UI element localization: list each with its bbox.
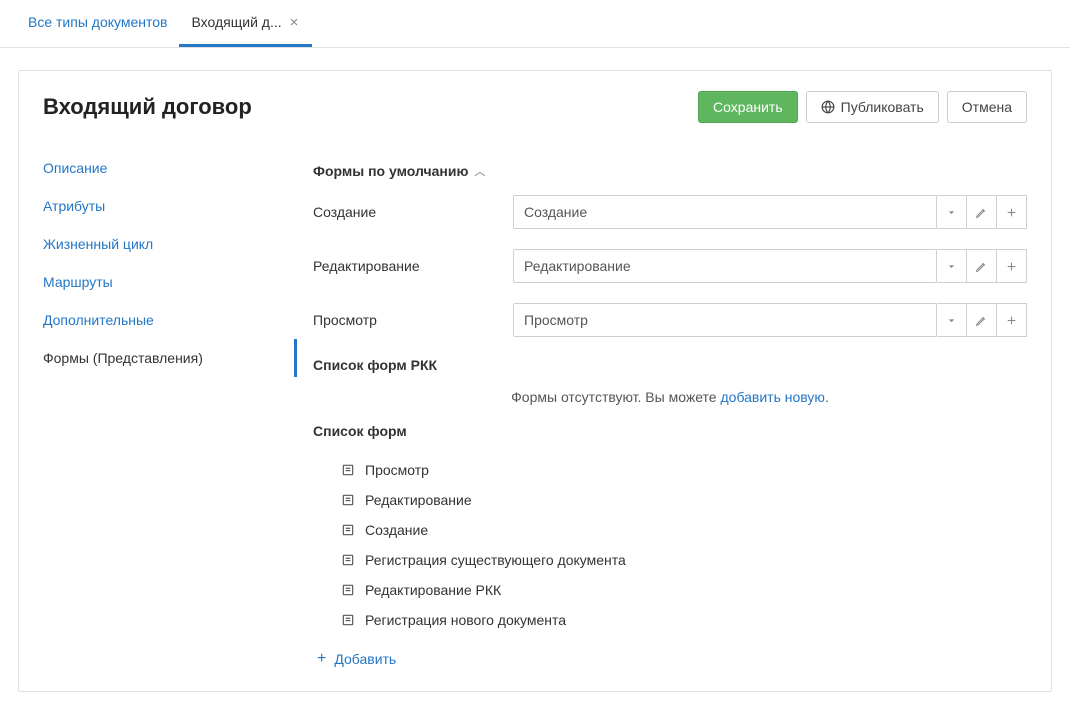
sidenav-item-attributes[interactable]: Атрибуты — [19, 187, 297, 225]
default-form-row-create: Создание Создание — [313, 195, 1027, 229]
save-button[interactable]: Сохранить — [698, 91, 798, 123]
section-rkk-forms-title: Список форм РКК — [313, 357, 1027, 373]
select-value: Создание — [524, 204, 587, 220]
pencil-icon — [975, 206, 988, 219]
select-edit-form[interactable]: Редактирование — [513, 249, 937, 283]
header-actions: Сохранить Публиковать Отмена — [698, 91, 1027, 123]
list-item-label: Просмотр — [365, 462, 429, 478]
edit-button[interactable] — [967, 195, 997, 229]
plus-icon — [1005, 206, 1018, 219]
form-icon — [341, 493, 355, 507]
list-item-label: Создание — [365, 522, 428, 538]
sidenav-item-routes[interactable]: Маршруты — [19, 263, 297, 301]
select-value: Редактирование — [524, 258, 631, 274]
select-view-form[interactable]: Просмотр — [513, 303, 937, 337]
form-icon — [341, 463, 355, 477]
form-icon — [341, 613, 355, 627]
dropdown-button[interactable] — [937, 303, 967, 337]
sidenav-item-label: Описание — [43, 160, 107, 176]
row-label: Просмотр — [313, 312, 513, 328]
list-item-label: Регистрация нового документа — [365, 612, 566, 628]
card-header: Входящий договор Сохранить Публиковать О… — [19, 71, 1051, 141]
publish-button[interactable]: Публиковать — [806, 91, 939, 123]
globe-icon — [821, 100, 835, 114]
publish-button-label: Публиковать — [841, 99, 924, 115]
cancel-button-label: Отмена — [962, 99, 1012, 115]
cancel-button[interactable]: Отмена — [947, 91, 1027, 123]
editor-card: Входящий договор Сохранить Публиковать О… — [18, 70, 1052, 692]
empty-text-suffix: . — [825, 389, 829, 405]
tabs-bar: Все типы документов Входящий д... × — [0, 0, 1070, 48]
empty-text-prefix: Формы отсутствуют. Вы можете — [511, 389, 720, 405]
sidenav-item-label: Формы (Представления) — [43, 350, 203, 366]
section-default-forms-title[interactable]: Формы по умолчанию ︿ — [313, 163, 1027, 179]
form-icon — [341, 553, 355, 567]
dropdown-button[interactable] — [937, 195, 967, 229]
add-form-label: Добавить — [334, 651, 396, 667]
default-form-row-edit: Редактирование Редактирование — [313, 249, 1027, 283]
rkk-empty-message: Формы отсутствуют. Вы можете добавить но… — [313, 389, 1027, 405]
tab-label: Входящий д... — [191, 14, 281, 30]
tab-all-doc-types[interactable]: Все типы документов — [16, 0, 179, 47]
form-icon — [341, 583, 355, 597]
sidenav: Описание Атрибуты Жизненный цикл Маршрут… — [19, 141, 297, 691]
tab-incoming-contract[interactable]: Входящий д... × — [179, 0, 312, 47]
main-panel: Формы по умолчанию ︿ Создание Создание — [297, 141, 1051, 691]
sidenav-item-label: Маршруты — [43, 274, 113, 290]
plus-icon — [1005, 314, 1018, 327]
add-button[interactable] — [997, 195, 1027, 229]
add-form-button[interactable]: + Добавить — [313, 643, 1027, 667]
section-title-text: Формы по умолчанию — [313, 163, 468, 179]
close-icon[interactable]: × — [288, 15, 301, 30]
caret-down-icon — [945, 314, 958, 327]
list-item[interactable]: Создание — [341, 515, 1027, 545]
select-create-form[interactable]: Создание — [513, 195, 937, 229]
section-forms-list-title: Список форм — [313, 423, 1027, 439]
row-label: Создание — [313, 204, 513, 220]
list-item-label: Регистрация существующего документа — [365, 552, 626, 568]
sidenav-item-lifecycle[interactable]: Жизненный цикл — [19, 225, 297, 263]
add-new-rkk-form-link[interactable]: добавить новую — [720, 389, 824, 405]
pencil-icon — [975, 314, 988, 327]
sidenav-item-additional[interactable]: Дополнительные — [19, 301, 297, 339]
add-button[interactable] — [997, 249, 1027, 283]
caret-down-icon — [945, 206, 958, 219]
edit-button[interactable] — [967, 303, 997, 337]
forms-list: Просмотр Редактирование Создание Регистр… — [341, 455, 1027, 635]
dropdown-button[interactable] — [937, 249, 967, 283]
sidenav-item-label: Атрибуты — [43, 198, 105, 214]
caret-down-icon — [945, 260, 958, 273]
sidenav-item-label: Дополнительные — [43, 312, 154, 328]
sidenav-item-label: Жизненный цикл — [43, 236, 153, 252]
list-item[interactable]: Просмотр — [341, 455, 1027, 485]
section-title-text: Список форм РКК — [313, 357, 437, 373]
edit-button[interactable] — [967, 249, 997, 283]
add-button[interactable] — [997, 303, 1027, 337]
list-item[interactable]: Регистрация нового документа — [341, 605, 1027, 635]
sidenav-item-forms[interactable]: Формы (Представления) — [19, 339, 297, 377]
chevron-up-icon: ︿ — [474, 163, 485, 179]
plus-icon: + — [317, 651, 326, 667]
save-button-label: Сохранить — [713, 99, 783, 115]
page-title: Входящий договор — [43, 94, 252, 120]
list-item[interactable]: Редактирование — [341, 485, 1027, 515]
section-title-text: Список форм — [313, 423, 407, 439]
row-label: Редактирование — [313, 258, 513, 274]
select-value: Просмотр — [524, 312, 588, 328]
tab-label: Все типы документов — [28, 14, 167, 30]
pencil-icon — [975, 260, 988, 273]
list-item[interactable]: Регистрация существующего документа — [341, 545, 1027, 575]
list-item-label: Редактирование РКК — [365, 582, 501, 598]
plus-icon — [1005, 260, 1018, 273]
sidenav-item-description[interactable]: Описание — [19, 149, 297, 187]
form-icon — [341, 523, 355, 537]
default-form-row-view: Просмотр Просмотр — [313, 303, 1027, 337]
list-item-label: Редактирование — [365, 492, 472, 508]
list-item[interactable]: Редактирование РКК — [341, 575, 1027, 605]
